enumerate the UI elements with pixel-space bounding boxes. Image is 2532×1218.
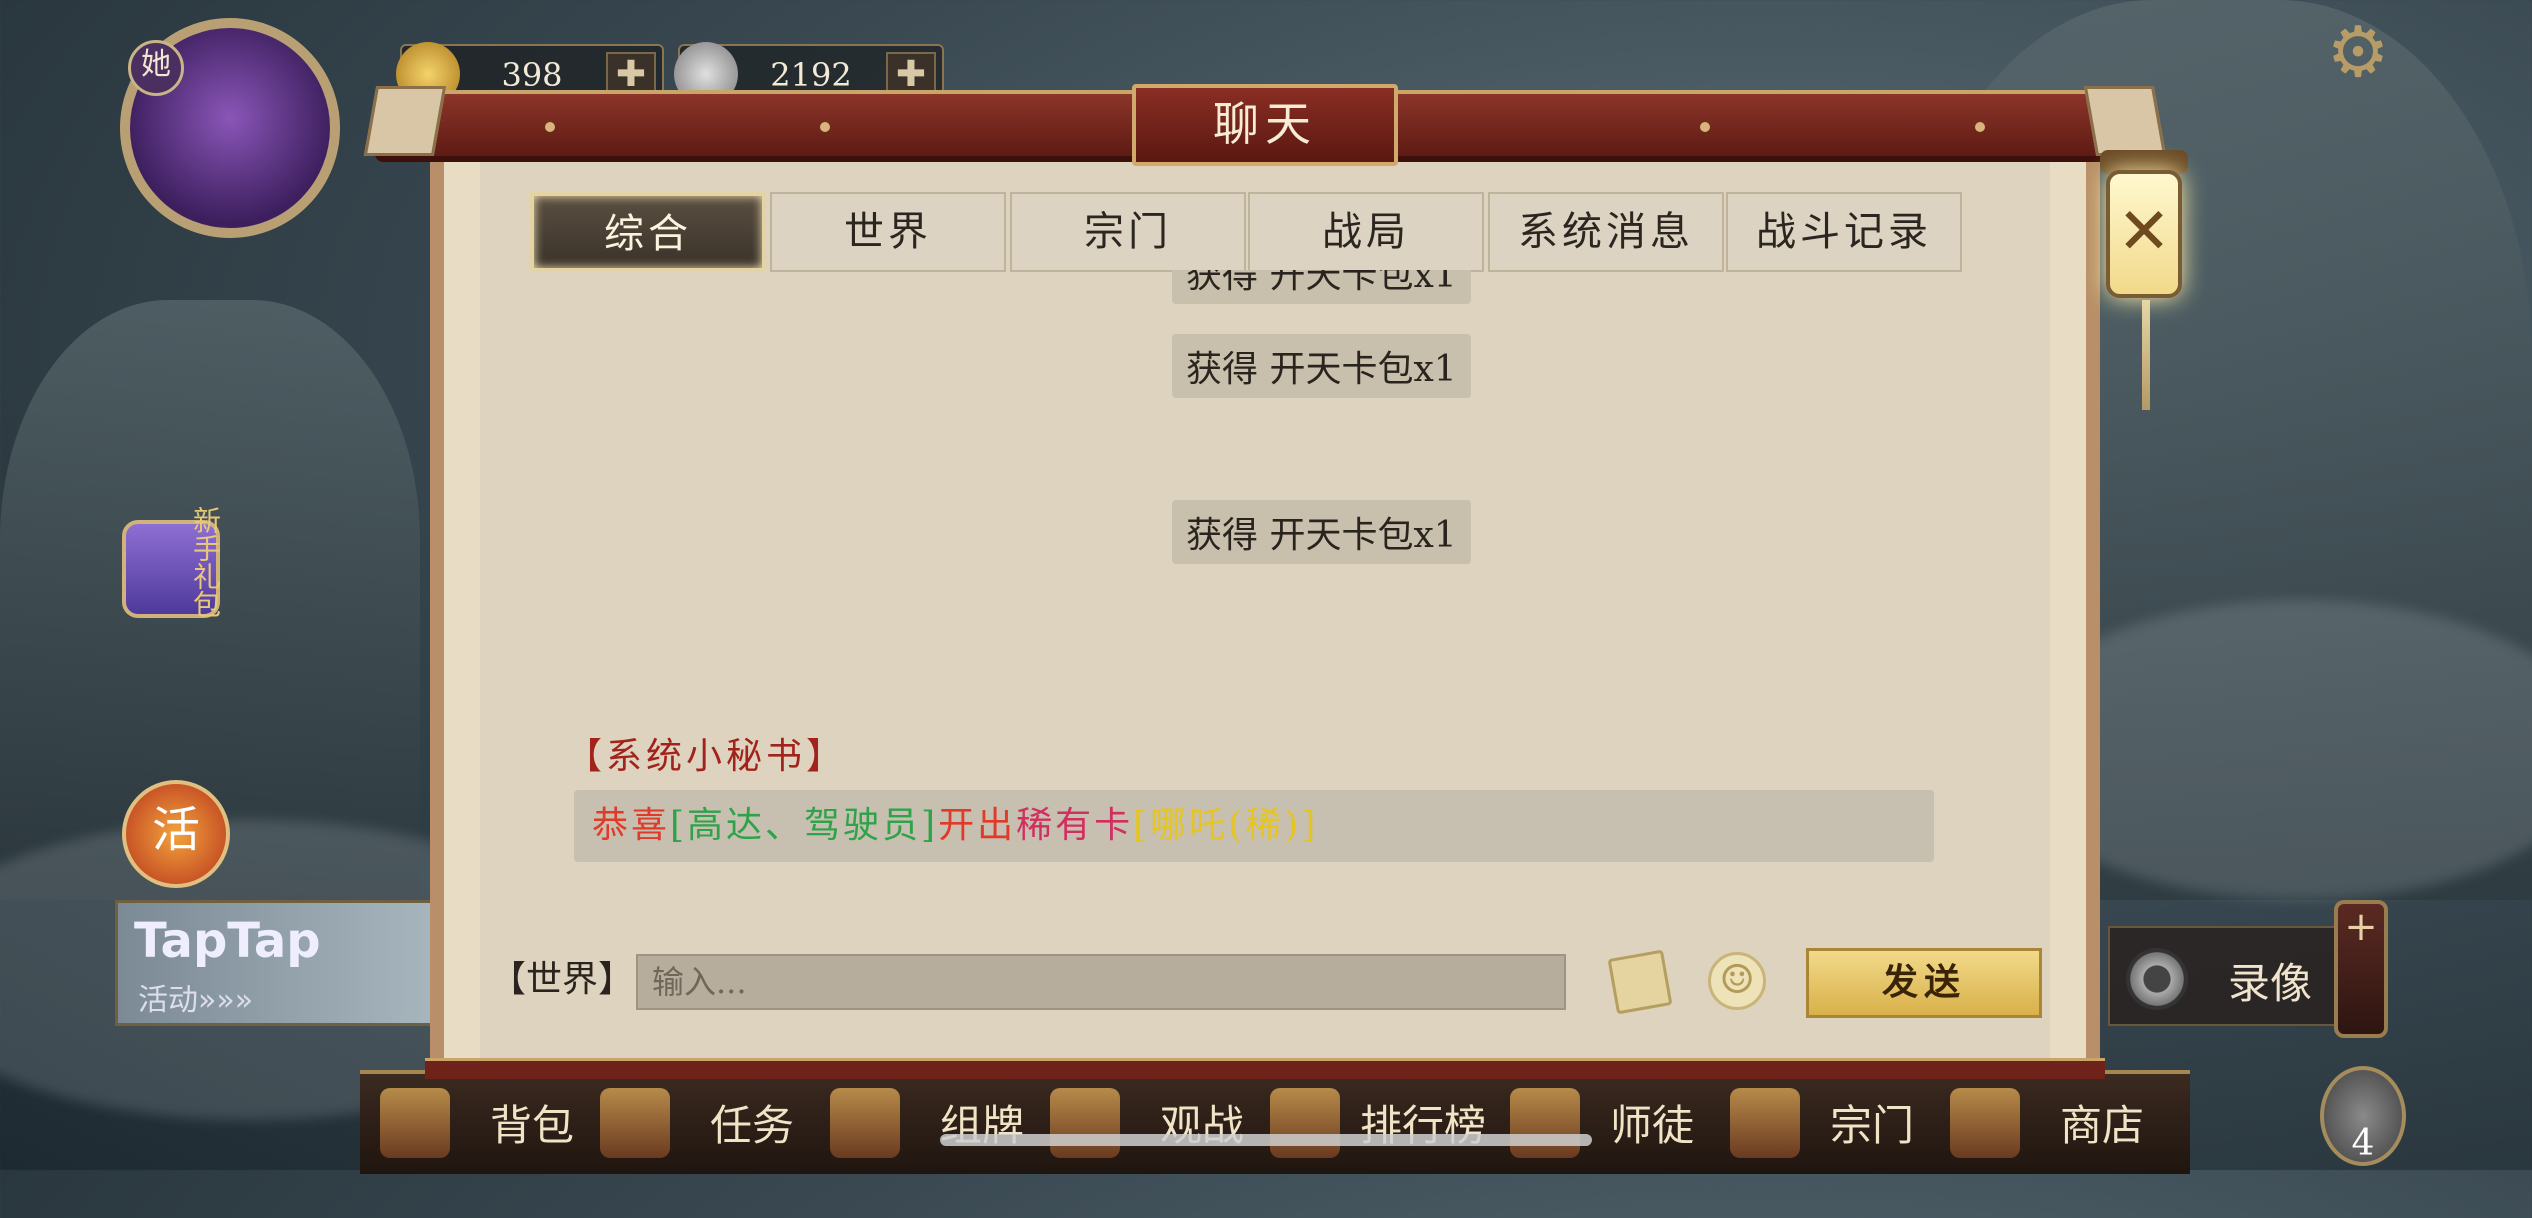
backpack-icon: [380, 1088, 450, 1158]
msg-opened: 开出: [938, 805, 1017, 846]
bottom-navigation: 背包 任务 组牌 观战 排行榜 师徒 宗门 商店: [360, 1070, 2190, 1174]
msg-player-name[interactable]: [高达、驾驶员]: [670, 805, 938, 846]
activity-button[interactable]: 活: [122, 780, 230, 888]
channel-selector[interactable]: 【世界】: [490, 950, 634, 1002]
corner-ornament-right: [2083, 86, 2167, 156]
record-label: 录像: [2228, 959, 2313, 1008]
side-expand-button[interactable]: +: [2334, 900, 2388, 1038]
notification-badge[interactable]: 4: [2320, 1066, 2406, 1166]
spectate-icon: [1050, 1088, 1120, 1158]
shop-icon: [1950, 1088, 2020, 1158]
tab-battle-records[interactable]: 战斗记录: [1726, 192, 1962, 272]
gold-value: 398: [501, 56, 563, 94]
system-message: 恭喜[高达、驾驶员]开出稀有卡[哪吒(稀)]: [574, 790, 1934, 862]
nav-shop[interactable]: 商店: [2060, 1086, 2144, 1166]
book-icon[interactable]: [1607, 949, 1673, 1015]
dialog-title: 聊天: [1132, 84, 1398, 166]
gear-icon[interactable]: ⚙: [2322, 16, 2394, 88]
nav-sect[interactable]: 宗门: [1830, 1086, 1914, 1166]
nav-tasks[interactable]: 任务: [710, 1086, 794, 1166]
system-sender-name: 【系统小秘书】: [566, 736, 847, 777]
nav-backpack[interactable]: 背包: [490, 1086, 574, 1166]
tab-sect[interactable]: 宗门: [1010, 192, 1246, 272]
reward-message: 获得 开天卡包x1: [1172, 334, 1471, 398]
chat-tabs: 综合 世界 宗门 战局 系统消息 战斗记录: [530, 192, 1972, 272]
msg-rarity: 稀有卡: [1016, 805, 1134, 846]
lantern-tassel: [2142, 300, 2150, 410]
chat-input[interactable]: 输入...: [636, 954, 1566, 1010]
task-icon: [600, 1088, 670, 1158]
chat-dialog: 聊天 综合 世界 宗门 战局 系统消息 战斗记录 获得 开天卡包x1 获得 开天…: [363, 84, 2167, 1079]
tab-system-messages[interactable]: 系统消息: [1488, 192, 1724, 272]
film-reel-icon: [2126, 948, 2188, 1010]
send-button[interactable]: 发送: [1806, 948, 2042, 1018]
sect-icon: [1730, 1088, 1800, 1158]
reward-message: 获得 开天卡包x1: [1172, 500, 1471, 564]
nav-ranking[interactable]: 排行榜: [1360, 1086, 1486, 1166]
close-icon: ✕: [2117, 195, 2171, 269]
ranking-icon: [1270, 1088, 1340, 1158]
dialog-bottom-bar: [425, 1058, 2105, 1079]
tab-battle-situation[interactable]: 战局: [1248, 192, 1484, 272]
close-button[interactable]: ✕: [2106, 170, 2182, 298]
reward-message: 获得 开天卡包x1: [1172, 270, 1471, 304]
taptap-banner[interactable]: TapTap 活动»»»: [115, 900, 435, 1026]
nav-mentor[interactable]: 师徒: [1610, 1086, 1694, 1166]
gift-pack-label: 新手礼包: [189, 506, 222, 618]
mentor-icon: [1510, 1088, 1580, 1158]
taptap-subtitle: 活动»»»: [138, 983, 254, 1018]
emoji-icon[interactable]: ☺: [1708, 952, 1766, 1010]
taptap-title: TapTap: [134, 913, 321, 969]
deck-icon: [830, 1088, 900, 1158]
nav-spectate[interactable]: 观战: [1160, 1086, 1244, 1166]
silver-value: 2192: [770, 56, 852, 94]
nav-deck[interactable]: 组牌: [940, 1086, 1024, 1166]
tab-general[interactable]: 综合: [530, 192, 766, 272]
msg-card-name[interactable]: [哪吒(稀)]: [1133, 805, 1318, 846]
home-indicator[interactable]: [940, 1134, 1592, 1146]
tab-world[interactable]: 世界: [770, 192, 1006, 272]
record-button[interactable]: 录像: [2108, 926, 2336, 1026]
avatar-tag: 她: [128, 40, 184, 96]
msg-congrats: 恭喜: [592, 805, 671, 846]
corner-ornament-left: [363, 86, 447, 156]
